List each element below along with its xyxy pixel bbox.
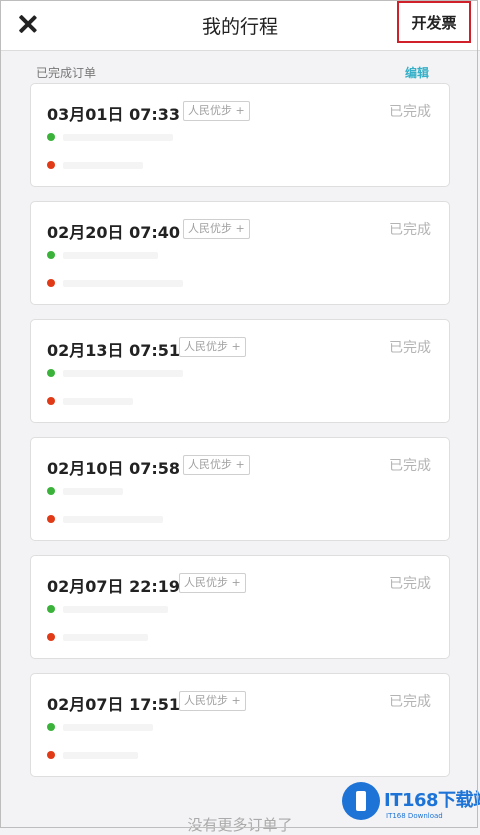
edit-button[interactable]: 编辑	[405, 64, 429, 81]
service-tag: 人民优步 +	[179, 337, 246, 357]
order-status: 已完成	[389, 458, 431, 474]
dropoff-dot-icon	[47, 515, 55, 523]
order-status: 已完成	[389, 340, 431, 356]
dropoff-address	[63, 280, 183, 287]
dropoff-dot-icon	[47, 751, 55, 759]
order-datetime: 02月10日 07:58	[47, 459, 181, 478]
dropoff-address	[63, 398, 133, 405]
invoice-button[interactable]: 开发票	[397, 1, 471, 43]
watermark-subtext: IT168 Download	[386, 812, 443, 820]
dropoff-address	[63, 516, 163, 523]
order-status: 已完成	[389, 694, 431, 710]
pickup-address	[63, 488, 123, 495]
order-status: 已完成	[389, 222, 431, 238]
dropoff-address	[63, 752, 138, 759]
order-datetime: 02月07日 22:19	[47, 577, 181, 596]
service-tag: 人民优步 +	[179, 573, 246, 593]
pickup-address	[63, 370, 183, 377]
pickup-dot-icon	[47, 133, 55, 141]
watermark-text: IT168下载站	[384, 790, 480, 811]
watermark: IT168下载站 IT168 Download	[338, 780, 480, 828]
pickup-dot-icon	[47, 251, 55, 259]
pickup-address	[63, 724, 153, 731]
it168-logo-icon	[342, 782, 380, 820]
pickup-dot-icon	[47, 369, 55, 377]
dropoff-address	[63, 634, 148, 641]
order-card[interactable]: 02月13日 07:51 人民优步 + 已完成	[30, 319, 450, 423]
service-tag: 人民优步 +	[183, 219, 250, 239]
pickup-address	[63, 606, 168, 613]
dropoff-dot-icon	[47, 397, 55, 405]
order-status: 已完成	[389, 104, 431, 120]
service-tag: 人民优步 +	[183, 455, 250, 475]
order-status: 已完成	[389, 576, 431, 592]
pickup-dot-icon	[47, 605, 55, 613]
order-card[interactable]: 02月10日 07:58 人民优步 + 已完成	[30, 437, 450, 541]
dropoff-dot-icon	[47, 633, 55, 641]
pickup-address	[63, 252, 158, 259]
top-bar: 我的行程 开发票	[0, 0, 480, 51]
service-tag: 人民优步 +	[183, 101, 250, 121]
pickup-dot-icon	[47, 723, 55, 731]
dropoff-address	[63, 162, 143, 169]
dropoff-dot-icon	[47, 161, 55, 169]
pickup-dot-icon	[47, 487, 55, 495]
order-datetime: 03月01日 07:33	[47, 105, 181, 124]
service-tag: 人民优步 +	[179, 691, 246, 711]
order-datetime: 02月20日 07:40	[47, 223, 181, 242]
completed-orders-label: 已完成订单	[36, 66, 97, 80]
order-card[interactable]: 03月01日 07:33 人民优步 + 已完成	[30, 83, 450, 187]
pickup-address	[63, 134, 173, 141]
order-card[interactable]: 02月07日 17:51 人民优步 + 已完成	[30, 673, 450, 777]
order-datetime: 02月07日 17:51	[47, 695, 181, 714]
order-datetime: 02月13日 07:51	[47, 341, 181, 360]
dropoff-dot-icon	[47, 279, 55, 287]
order-card[interactable]: 02月07日 22:19 人民优步 + 已完成	[30, 555, 450, 659]
order-card[interactable]: 02月20日 07:40 人民优步 + 已完成	[30, 201, 450, 305]
